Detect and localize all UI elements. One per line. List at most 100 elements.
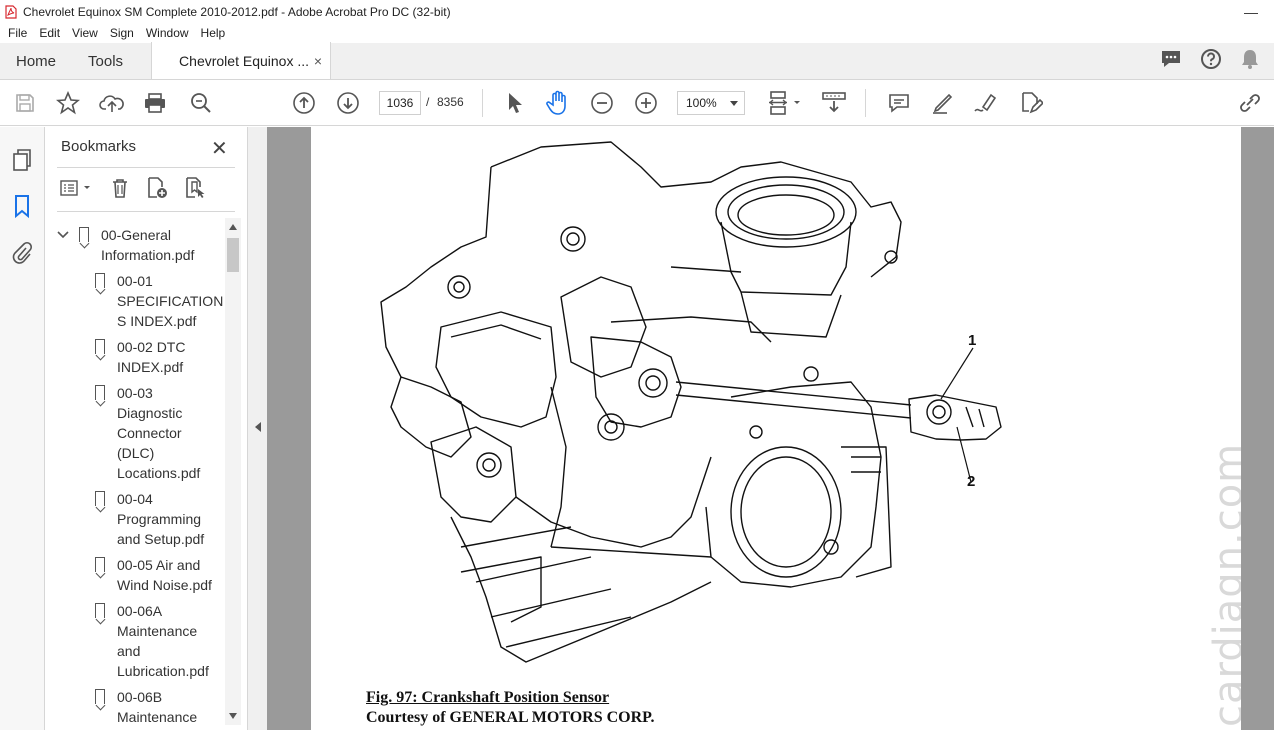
new-bookmark-icon[interactable]: [145, 176, 169, 205]
panel-splitter[interactable]: [247, 127, 267, 730]
menu-window[interactable]: Window: [146, 26, 189, 40]
main-toolbar: 1036 / 8356 100%: [0, 80, 1274, 126]
bookmark-icon: [95, 689, 105, 704]
tab-document-label: Chevrolet Equinox ...: [179, 52, 310, 69]
edit-pdf-icon[interactable]: [1017, 90, 1043, 116]
bookmark-from-selection-icon[interactable]: [183, 176, 207, 205]
tab-document[interactable]: Chevrolet Equinox ... ×: [151, 42, 332, 79]
bookmark-label: 00-04: [117, 491, 153, 507]
attachments-paperclip-icon[interactable]: [10, 240, 36, 266]
next-page-icon[interactable]: [335, 90, 361, 116]
page-fit-icon[interactable]: [765, 90, 805, 116]
highlight-pen-icon[interactable]: [930, 90, 956, 116]
watermark: cardiagn.com: [1206, 442, 1241, 727]
navigation-rail: [0, 127, 45, 730]
callout-2: 2: [967, 473, 976, 490]
toolbar-divider: [865, 89, 866, 117]
bookmark-icon: [95, 339, 105, 354]
menu-file[interactable]: File: [8, 26, 27, 40]
previous-page-icon[interactable]: [291, 90, 317, 116]
bookmark-label: Information.pdf: [101, 247, 195, 263]
toolbar-divider: [482, 89, 483, 117]
zoom-in-icon[interactable]: [633, 90, 659, 116]
page-number-input[interactable]: 1036: [379, 91, 421, 115]
bookmark-label: INDEX.pdf: [117, 359, 184, 375]
chevron-down-icon: [730, 101, 738, 106]
zoom-level-value: 100%: [686, 96, 717, 110]
menu-edit[interactable]: Edit: [39, 26, 60, 40]
zoom-level-select[interactable]: 100%: [677, 91, 745, 115]
close-panel-icon[interactable]: ✕: [211, 136, 228, 161]
bookmarks-scrollbar[interactable]: [225, 218, 241, 725]
bookmark-label: Locations.pdf: [117, 465, 201, 481]
page-thumbnails-icon[interactable]: [10, 147, 36, 173]
tab-close-icon[interactable]: ×: [314, 53, 322, 69]
bookmark-tools: [59, 176, 207, 205]
bookmark-label: Connector: [117, 425, 182, 441]
menu-bar: File Edit View Sign Window Help: [0, 23, 1274, 43]
title-bar: Chevrolet Equinox SM Complete 2010-2012.…: [0, 0, 1274, 23]
tab-home[interactable]: Home: [0, 43, 72, 79]
divider: [57, 211, 235, 212]
bookmark-label: and: [117, 643, 141, 659]
bookmark-label: Diagnostic: [117, 405, 183, 421]
delete-bookmark-icon[interactable]: [109, 177, 131, 204]
page-separator: /: [426, 95, 430, 109]
scrollbar-thumb[interactable]: [227, 238, 239, 272]
bookmark-label: Maintenance: [117, 623, 198, 639]
acrobat-icon: [5, 4, 17, 19]
chevron-down-icon[interactable]: [57, 230, 69, 240]
bookmark-panel-icon[interactable]: [10, 193, 36, 219]
bookmark-label: SPECIFICATION: [117, 293, 224, 309]
tab-tools[interactable]: Tools: [72, 43, 139, 79]
scroll-down-icon[interactable]: [229, 713, 237, 719]
bookmark-label: 00-05 Air and: [117, 557, 201, 573]
bookmark-options-icon[interactable]: [59, 178, 95, 203]
bookmark-label: Programming: [117, 511, 202, 527]
document-viewport[interactable]: 1 2 Fig. 97: Crankshaft Position Sensor …: [267, 127, 1274, 730]
minimize-button[interactable]: —: [1228, 4, 1274, 20]
menu-view[interactable]: View: [72, 26, 98, 40]
bookmark-label: Maintenance: [117, 709, 198, 725]
scroll-up-icon[interactable]: [229, 224, 237, 230]
bookmark-label: 00-06A: [117, 603, 163, 619]
menu-help[interactable]: Help: [201, 26, 226, 40]
comment-bubble-icon[interactable]: [1160, 49, 1182, 74]
save-icon[interactable]: [12, 90, 38, 116]
menu-sign[interactable]: Sign: [110, 26, 134, 40]
bookmark-label: Lubrication.pdf: [117, 663, 209, 679]
search-zoom-icon[interactable]: [188, 90, 214, 116]
zoom-out-icon[interactable]: [589, 90, 615, 116]
scrolling-mode-icon[interactable]: [821, 90, 847, 116]
share-link-icon[interactable]: [1237, 90, 1263, 116]
bookmark-label: S INDEX.pdf: [117, 313, 197, 329]
bookmark-label: 00-06B: [117, 689, 163, 705]
divider: [57, 167, 235, 168]
bookmarks-header: Bookmarks: [61, 138, 137, 155]
total-pages: 8356: [437, 95, 464, 109]
print-icon[interactable]: [142, 90, 168, 116]
crankshaft-sensor-illustration: [380, 141, 1002, 663]
bookmark-icon: [95, 273, 105, 288]
upload-cloud-icon[interactable]: [99, 90, 125, 116]
star-icon[interactable]: [55, 90, 81, 116]
bookmark-label: 00-02 DTC: [117, 339, 186, 355]
add-comment-icon[interactable]: [886, 90, 912, 116]
bookmark-label: 00-03: [117, 385, 153, 401]
hand-tool-icon[interactable]: [545, 90, 571, 116]
bookmark-label: 00-General: [101, 227, 172, 243]
collapse-panel-icon[interactable]: [255, 422, 261, 432]
notifications-bell-icon[interactable]: [1240, 48, 1260, 75]
bookmark-icon: [79, 227, 89, 242]
select-cursor-icon[interactable]: [501, 90, 527, 116]
bookmark-icon: [95, 385, 105, 400]
bookmark-label: 00-01: [117, 273, 153, 289]
help-icon[interactable]: [1200, 48, 1222, 75]
bookmark-label: (DLC): [117, 445, 155, 461]
callout-1: 1: [968, 332, 977, 349]
bookmark-label: and Setup.pdf: [117, 531, 205, 547]
bookmark-label: Wind Noise.pdf: [117, 577, 212, 593]
bookmark-icon: [95, 557, 105, 572]
figure-title: Fig. 97: Crankshaft Position Sensor: [366, 689, 610, 706]
draw-sign-icon[interactable]: [973, 90, 999, 116]
